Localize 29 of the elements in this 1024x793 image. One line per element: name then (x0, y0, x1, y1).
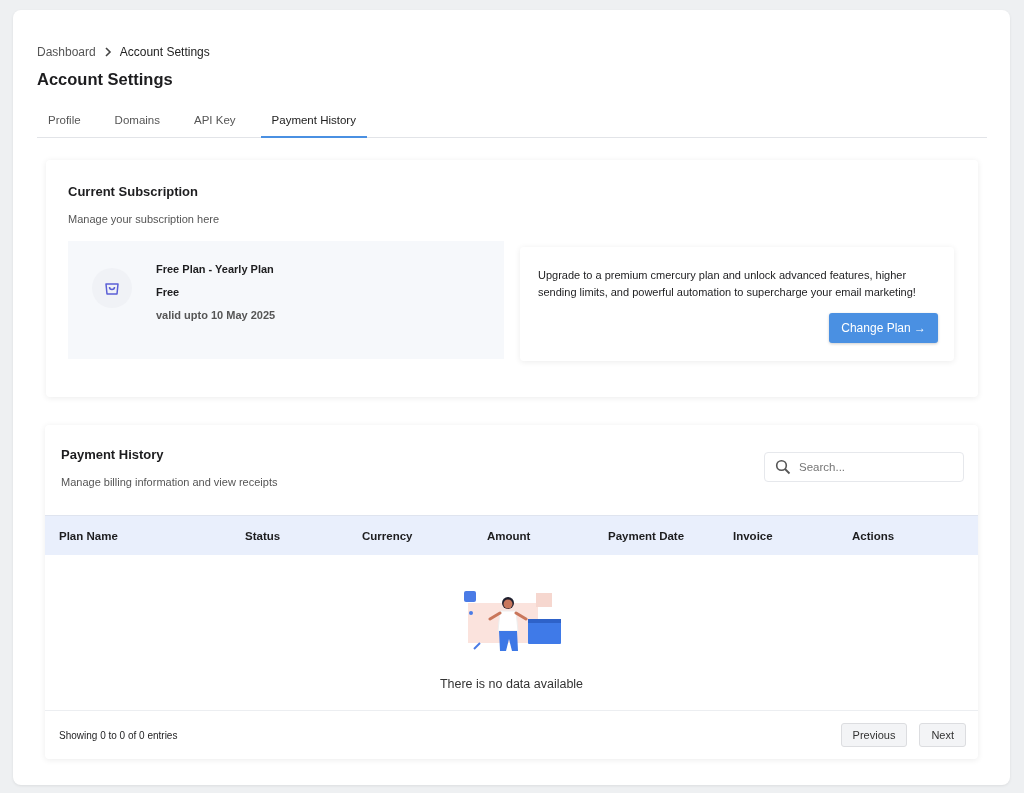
column-header: Amount (487, 529, 532, 542)
empty-message: There is no data available (439, 677, 584, 691)
search-field[interactable]: Search... (764, 452, 964, 482)
breadcrumb-link[interactable]: Dashboard (37, 45, 96, 59)
upgrade-text: Upgrade to a premium cmercury plan and unlock advanced features, higher sending limits, and powerful automation to supercharge your email marketing! (538, 268, 917, 300)
column-header: Currency (362, 529, 414, 542)
column-header: Payment Date (608, 529, 686, 542)
column-header: Status (245, 529, 282, 542)
chevron-icon (103, 47, 112, 57)
entries-count: Showing 0 to 0 of 0 entries (59, 729, 178, 741)
card-title: Current Subscription (68, 184, 199, 199)
tab[interactable]: Payment History (260, 106, 367, 138)
pagination-button[interactable]: Next (919, 723, 966, 747)
plan-price: Free (156, 286, 181, 298)
card-subtitle: Manage your subscription here (68, 213, 221, 225)
tab[interactable]: Profile (37, 106, 92, 138)
card-title: Payment History (61, 447, 165, 462)
column-header: Invoice (733, 529, 774, 542)
column-header: Actions (852, 529, 896, 542)
tab[interactable]: Domains (103, 106, 171, 138)
tab[interactable]: API Key (183, 106, 247, 138)
search-icon (775, 459, 791, 475)
card-subtitle: Manage billing information and view receipts (61, 476, 278, 488)
breadcrumb-link[interactable]: Account Settings (119, 45, 210, 59)
page-title: Account Settings (37, 70, 174, 90)
plan-name: Free Plan - Yearly Plan (156, 263, 275, 275)
column-header: Plan Name (59, 529, 119, 542)
pagination-button[interactable]: Previous (840, 723, 908, 747)
plan-validity: valid upto 10 May 2025 (156, 309, 276, 321)
